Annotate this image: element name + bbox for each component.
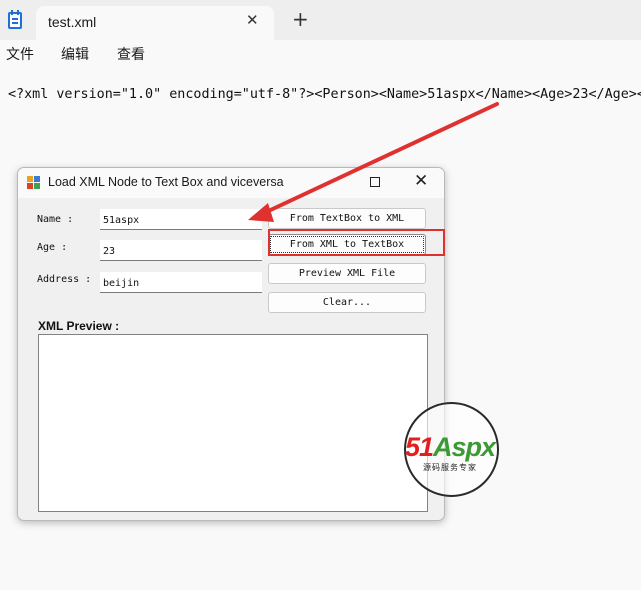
icon-square-3 bbox=[27, 183, 33, 189]
icon-square-4 bbox=[34, 183, 40, 189]
dialog-title: Load XML Node to Text Box and viceversa bbox=[48, 175, 284, 189]
tab-close-icon[interactable]: ✕ bbox=[246, 11, 259, 29]
app-window-icon bbox=[27, 176, 41, 189]
logo-text-51: 51 bbox=[404, 432, 434, 462]
xml-preview-label: XML Preview : bbox=[38, 319, 120, 333]
tab-test-xml[interactable]: test.xml ✕ bbox=[36, 6, 274, 40]
tab-title: test.xml bbox=[48, 14, 97, 30]
clear-button[interactable]: Clear... bbox=[268, 292, 426, 313]
logo-text-aspx: Aspx bbox=[433, 432, 496, 462]
from-textbox-to-xml-button[interactable]: From TextBox to XML bbox=[268, 208, 426, 229]
logo-subtitle: 源码服务专家 bbox=[423, 463, 477, 472]
menu-edit[interactable]: 编辑 bbox=[61, 44, 89, 64]
address-input[interactable] bbox=[100, 272, 262, 293]
new-tab-plus-icon[interactable]: + bbox=[292, 9, 309, 29]
maximize-icon[interactable] bbox=[370, 177, 380, 187]
logo-text: 51Aspx bbox=[385, 432, 515, 463]
menu-view[interactable]: 查看 bbox=[117, 44, 145, 64]
51aspx-watermark-logo: 51Aspx 源码服务专家 bbox=[385, 402, 515, 497]
dialog-close-icon[interactable]: ✕ bbox=[414, 171, 428, 191]
address-label: Address : bbox=[37, 274, 92, 285]
xml-dialog-window: Load XML Node to Text Box and viceversa … bbox=[17, 167, 445, 521]
age-input[interactable] bbox=[100, 240, 262, 261]
notepad-icon bbox=[8, 10, 22, 29]
icon-square-1 bbox=[27, 176, 33, 182]
tab-bar: test.xml ✕ + bbox=[0, 0, 641, 40]
preview-xml-file-button[interactable]: Preview XML File bbox=[268, 263, 426, 284]
dialog-titlebar[interactable]: Load XML Node to Text Box and viceversa … bbox=[18, 168, 444, 198]
name-input[interactable] bbox=[100, 209, 262, 230]
menu-bar: 文件 编辑 查看 bbox=[0, 40, 641, 70]
menu-file[interactable]: 文件 bbox=[6, 44, 34, 64]
editor-text-line[interactable]: <?xml version="1.0" encoding="utf-8"?><P… bbox=[8, 87, 641, 102]
name-label: Name : bbox=[37, 214, 74, 225]
age-label: Age : bbox=[37, 242, 68, 253]
red-highlight-box bbox=[268, 229, 445, 256]
xml-preview-box[interactable] bbox=[38, 334, 428, 512]
icon-square-2 bbox=[34, 176, 40, 182]
